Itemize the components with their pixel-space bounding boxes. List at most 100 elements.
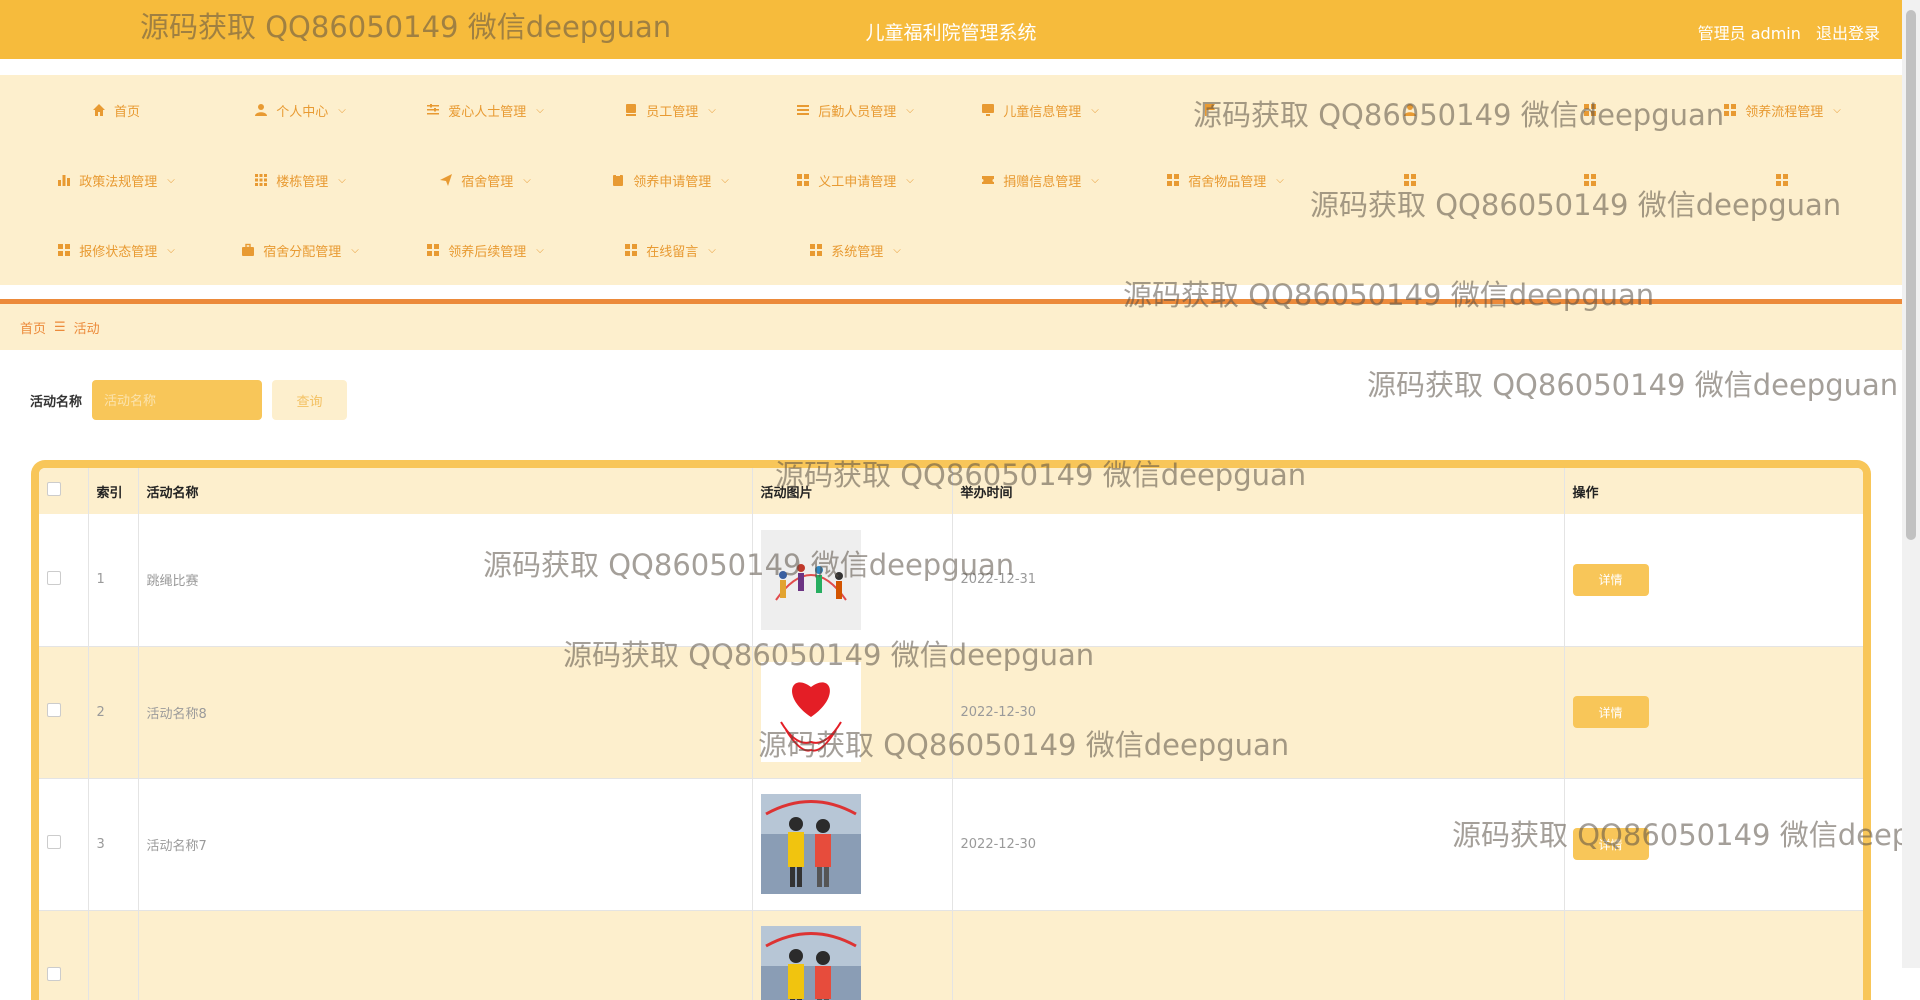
menu-item[interactable] [1500,75,1680,145]
row-checkbox[interactable] [47,570,61,585]
grid-icon [1166,173,1180,187]
menu-item-label: 员工管理 [646,104,699,120]
top-header: 儿童福利院管理系统 管理员 admin 退出登录 [0,0,1902,59]
list-icon [796,103,810,117]
grid-icon [796,173,810,187]
menu-item-label: 首页 [113,104,140,120]
row-index [88,910,139,1000]
chevron-down-icon: ⌵ [523,174,531,186]
breadcrumb-home[interactable]: 首页 [20,318,46,337]
scrollbar-thumb[interactable] [1906,10,1916,540]
detail-button[interactable]: 详情 [1572,696,1649,728]
menu-item[interactable]: 在线留言 ⌵ [580,215,760,285]
row-activity-name: 活动名称8 [138,646,753,779]
menu-item-label: 报修状态管理 [79,244,158,260]
chevron-down-icon: ⌵ [906,174,914,186]
row-action: 详情 [1564,778,1863,911]
breadcrumb: 首页 ☰ 活动 [0,304,1902,350]
page-scrollbar[interactable] [1902,0,1920,968]
briefcase-icon [241,243,255,257]
chevron-down-icon: ⌵ [167,174,175,186]
bar-chart-icon [57,173,71,187]
chevron-down-icon: ⌵ [536,244,544,256]
user-icon [1403,103,1417,117]
menu-row-1: 首页 个人中心 ⌵ 爱心人士管理 ⌵ 员工管理 ⌵ 后勤人员管理 ⌵ 儿童信息管理 ⌵ 领养流程管理 ⌵ [0,75,1902,145]
menu-item-label: 宿舍物品管理 [1188,174,1267,190]
row-activity-image [752,514,953,647]
menu-gap [0,285,1902,299]
select-all-cell [39,468,89,514]
header-image: 活动图片 [752,468,953,514]
header-date: 举办时间 [952,468,1565,514]
menu-item[interactable]: 捐赠信息管理 ⌵ [950,145,1130,215]
row-select-cell [39,778,89,911]
row-index: 3 [88,778,139,911]
user-area: 管理员 admin 退出登录 [1698,20,1880,44]
grid-icon [1583,103,1597,117]
flag-icon [1203,103,1217,117]
row-checkbox[interactable] [47,835,61,849]
menu-item[interactable]: 个人中心 ⌵ [210,75,390,145]
row-checkbox[interactable] [47,967,61,981]
chevron-down-icon: ⌵ [1091,174,1099,186]
menu-item[interactable]: 首页 [26,75,206,145]
menu-item[interactable] [1320,145,1500,215]
search-label: 活动名称 [30,394,83,410]
menu-item-label: 政策法规管理 [79,174,158,190]
menu-item[interactable]: 义工申请管理 ⌵ [765,145,945,215]
menu-item[interactable]: 领养后续管理 ⌵ [395,215,575,285]
activity-name-input[interactable] [92,380,263,420]
menu-item[interactable] [1320,75,1500,145]
monitor-icon [981,103,995,117]
home-icon [92,103,106,117]
chevron-down-icon: ⌵ [167,244,175,256]
menu-item[interactable]: 宿舍物品管理 ⌵ [1135,145,1315,215]
chevron-down-icon: ⌵ [338,104,346,116]
breadcrumb-separator-icon: ☰ [54,319,66,335]
row-date [952,910,1565,1000]
detail-button[interactable]: 详情 [1572,828,1649,860]
grid-icon [809,243,823,257]
menu-item[interactable]: 爱心人士管理 ⌵ [395,75,575,145]
menu-item[interactable]: 报修状态管理 ⌵ [26,215,206,285]
menu-item-label: 儿童信息管理 [1003,104,1082,120]
chevron-down-icon: ⌵ [1091,104,1099,116]
menu-item[interactable] [1500,145,1680,215]
menu-item-label: 宿舍分配管理 [263,244,342,260]
detail-button[interactable]: 详情 [1572,563,1649,596]
logout-link[interactable]: 退出登录 [1816,24,1880,43]
sliders-icon [426,103,440,117]
menu-item[interactable]: 后勤人员管理 ⌵ [765,75,945,145]
menu-item[interactable]: 领养申请管理 ⌵ [580,145,760,215]
menu-item[interactable]: 领养流程管理 ⌵ [1692,75,1872,145]
row-date: 2022-12-30 [952,778,1565,911]
row-select-cell [39,646,89,779]
menu-item-label: 领养申请管理 [633,174,712,190]
menu-item[interactable] [1120,75,1300,145]
chevron-down-icon: ⌵ [906,104,914,116]
menu-item[interactable]: 宿舍分配管理 ⌵ [210,215,390,285]
grid-icon [1403,173,1417,187]
menu-item-label: 宿舍管理 [461,174,514,190]
menu-item-label: 个人中心 [276,104,329,120]
menu-item-label: 后勤人员管理 [818,104,897,120]
row-date: 2022-12-31 [952,514,1565,647]
row-action: 详情 [1564,514,1863,647]
chevron-down-icon: ⌵ [1833,104,1841,116]
menu-item[interactable]: 宿舍管理 ⌵ [395,145,575,215]
menu-item[interactable]: 政策法规管理 ⌵ [26,145,206,215]
menu-row-2: 政策法规管理 ⌵ 楼栋管理 ⌵ 宿舍管理 ⌵ 领养申请管理 ⌵ 义工申请管理 ⌵ 捐赠信息管理 ⌵ 宿舍… [0,145,1902,215]
row-checkbox[interactable] [47,703,61,717]
menu-item[interactable]: 系统管理 ⌵ [765,215,945,285]
table-row: 3 活动名称7 2022-12-30 详情 [39,778,1863,911]
row-action [1564,910,1863,1000]
menu-item[interactable]: 儿童信息管理 ⌵ [950,75,1130,145]
query-button[interactable]: 查询 [272,380,348,420]
menu-item[interactable] [1692,145,1872,215]
menu-item[interactable]: 员工管理 ⌵ [580,75,760,145]
menu-item[interactable]: 楼栋管理 ⌵ [210,145,390,215]
select-all-checkbox[interactable] [47,482,61,496]
row-activity-name: 活动名称7 [138,778,753,911]
row-index: 1 [88,514,139,647]
app-title: 儿童福利院管理系统 [865,22,1037,44]
